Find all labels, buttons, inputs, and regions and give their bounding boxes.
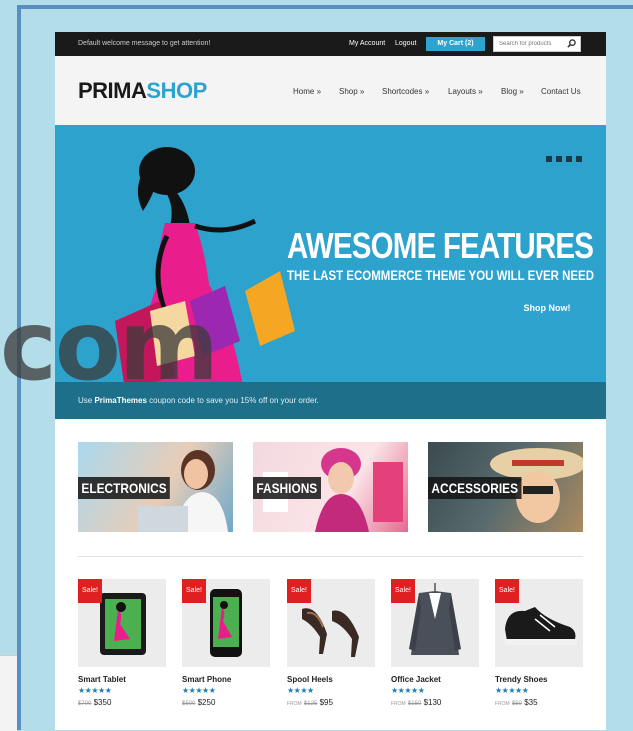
shop-now-button[interactable]: Shop Now! [512, 298, 582, 319]
product-price: FROM $50 $35 [495, 698, 538, 707]
product-price: FROM $150 $130 [391, 698, 442, 707]
product-name[interactable]: Spool Heels [287, 675, 375, 684]
search-box [493, 36, 581, 52]
top-bar: Default welcome message to get attention… [55, 32, 606, 56]
product-card[interactable]: Sale! Office Jacket ★★★★★ FROM $150 $130 [391, 579, 479, 707]
slider-dots[interactable] [542, 149, 582, 167]
side-panel [0, 655, 17, 731]
sale-badge: Sale! [182, 579, 206, 603]
product-name[interactable]: Trendy Shoes [495, 675, 583, 684]
product-price: $700 $350 [78, 698, 112, 707]
product-image[interactable]: Sale! [287, 579, 375, 667]
watermark-text: com [0, 290, 219, 402]
product-image[interactable]: Sale! [391, 579, 479, 667]
nav-home[interactable]: Home » [293, 87, 321, 96]
category-label: ELECTRONICS [78, 477, 171, 499]
sale-badge: Sale! [391, 579, 415, 603]
category-accessories[interactable]: ACCESSORIES [428, 442, 583, 532]
product-image[interactable]: Sale! [495, 579, 583, 667]
product-image[interactable]: Sale! [182, 579, 270, 667]
product-card[interactable]: Sale! Smart Tablet ★★★★★ $700 $350 [78, 579, 166, 707]
rating-stars: ★★★★★ [391, 686, 425, 695]
category-label: ACCESSORIES [428, 477, 522, 499]
welcome-message: Default welcome message to get attention… [78, 40, 211, 47]
divider [78, 556, 583, 557]
category-fashions[interactable]: FASHIONS [253, 442, 408, 532]
my-cart-button[interactable]: My Cart (2) [426, 37, 485, 51]
product-card[interactable]: Sale! Smart Phone ★★★★★ $500 $250 [182, 579, 270, 707]
product-price: $500 $250 [182, 698, 216, 707]
hero-tagline: THE LAST ECOMMERCE THEME YOU WILL EVER N… [287, 267, 595, 283]
sale-badge: Sale! [78, 579, 102, 603]
product-name[interactable]: Smart Phone [182, 675, 270, 684]
product-card[interactable]: Sale! Spool Heels ★★★★ FROM $125 $95 [287, 579, 375, 707]
logo-shop: SHOP [146, 78, 207, 103]
sale-badge: Sale! [287, 579, 311, 603]
hero-headline: AWESOME FEATURES [287, 225, 594, 266]
rating-stars: ★★★★★ [182, 686, 216, 695]
rating-stars: ★★★★★ [78, 686, 112, 695]
nav-layouts[interactable]: Layouts » [448, 87, 483, 96]
product-name[interactable]: Smart Tablet [78, 675, 166, 684]
nav-shortcodes[interactable]: Shortcodes » [382, 87, 429, 96]
rating-stars: ★★★★★ [495, 686, 529, 695]
product-name[interactable]: Office Jacket [391, 675, 479, 684]
nav-shop[interactable]: Shop » [339, 87, 364, 96]
rating-stars: ★★★★ [287, 686, 314, 695]
logout-link[interactable]: Logout [395, 40, 416, 47]
product-image[interactable]: Sale! [78, 579, 166, 667]
product-card[interactable]: Sale! Trendy Shoes ★★★★★ FROM $50 $35 [495, 579, 583, 707]
product-price: FROM $125 $95 [287, 698, 333, 707]
logo-prima: PRIMA [78, 78, 147, 103]
my-account-link[interactable]: My Account [349, 40, 385, 47]
category-label: FASHIONS [253, 477, 321, 499]
search-input[interactable] [499, 38, 567, 50]
logo[interactable]: PRIMASHOP [78, 78, 207, 104]
nav-contact[interactable]: Contact Us [541, 87, 581, 96]
sale-badge: Sale! [495, 579, 519, 603]
category-electronics[interactable]: ELECTRONICS [78, 442, 233, 532]
search-icon[interactable] [567, 39, 576, 48]
nav-blog[interactable]: Blog » [501, 87, 524, 96]
site-header: PRIMASHOP Home » Shop » Shortcodes » Lay… [55, 56, 606, 125]
